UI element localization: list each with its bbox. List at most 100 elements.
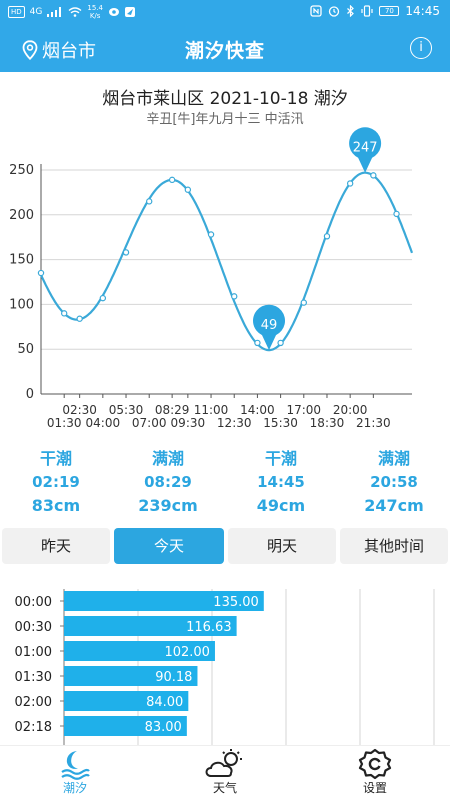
tide-point [346,180,354,187]
net-speed-unit: K/s [89,12,101,20]
table-row: 02:00 84.00 [15,691,189,711]
nav-tide-label: 潮汐 [62,781,87,795]
tide-time: 14:45 [257,473,305,491]
table-row: 00:00 135.00 [15,591,264,611]
info-button[interactable]: i [410,37,432,59]
row-value: 84.00 [146,695,183,710]
nav-settings-label: 设置 [362,781,387,795]
tide-point [184,186,192,193]
bluetooth-icon [347,5,355,17]
row-time: 01:30 [15,670,52,685]
page-title: 烟台市莱山区 2021-10-18 潮汐 [102,89,348,109]
tide-summary: 干潮 02:19 83cm 满潮 08:29 239cm 干潮 14:45 49… [0,448,450,518]
status-time: 14:45 [405,4,440,18]
tide-point [277,339,284,347]
moon-wave-icon [61,751,90,780]
nav-tide[interactable]: 潮汐 [0,748,150,800]
row-value: 83.00 [145,720,182,735]
day-tabs: 昨天 今天 明天 其他时间 [0,528,450,564]
tide-extreme-3: 干潮 14:45 49cm [225,448,337,518]
y-tick-label: 0 [26,387,34,402]
x-tick-label: 02:30 [62,403,97,417]
row-value: 90.18 [155,670,192,685]
tide-point [323,233,331,240]
tab-today[interactable]: 今天 [114,528,224,564]
tide-type: 干潮 [264,449,297,468]
tab-other-time[interactable]: 其他时间 [340,528,448,564]
nav-settings[interactable]: 设置 [300,748,450,800]
tide-callout: 247 [349,127,382,173]
y-tick-label: 250 [9,163,34,178]
y-tick-label: 50 [17,342,34,357]
tide-table: 00:00 135.00 00:30 116.63 01:00 102.00 01:30 90… [15,589,435,745]
tide-point [37,269,45,277]
callout-label: 49 [261,318,278,333]
nfc-icon [310,5,323,17]
x-tick-label: 08:29 [155,403,190,417]
network-badge: HD [8,6,25,18]
status-bar: HD 4G 15.4 K/s 70 14:45 [0,0,450,26]
tide-point [254,339,261,347]
x-tick-label: 07:00 [132,416,167,430]
tide-point [122,249,130,256]
tide-chart: 0 50 100 150 200 250 02:30 05:30 08:29 11:00 14:0… [9,127,414,430]
x-tick-label: 20:00 [333,403,368,417]
tide-point [99,294,107,302]
callout-label: 247 [353,141,378,156]
table-row: 00:30 116.63 [15,616,237,636]
x-tick-label: 18:30 [310,416,345,430]
signal-label: 4G [29,7,43,17]
x-tick-label: 14:00 [240,403,275,417]
tide-point [231,293,238,300]
tide-series-line [39,171,414,352]
tide-point [393,210,400,218]
net-speed: 15.4 K/s [87,4,103,20]
tide-height: 83cm [31,496,81,515]
row-value: 116.63 [186,620,232,635]
x-tick-label: 12:30 [217,416,252,430]
tide-point [370,172,377,179]
tide-type: 干潮 [39,449,72,468]
tide-height: 247cm [364,496,424,515]
tide-extreme-1: 干潮 02:19 83cm [0,448,112,518]
y-tick-label: 100 [9,297,34,312]
table-row: 01:00 102.00 [15,641,215,661]
row-time: 02:00 [15,695,52,710]
tab-yesterday[interactable]: 昨天 [2,528,110,564]
row-time: 00:00 [15,595,52,610]
tide-type: 满潮 [151,449,184,468]
lunar-date: 辛丑[牛]年九月十三 中活汛 [146,112,304,127]
tide-callouts: 49 247 [253,127,382,351]
x-tick-label: 01:30 [47,416,82,430]
tide-extreme-2: 满潮 08:29 239cm [112,448,224,518]
alarm-icon [329,6,340,17]
tide-extreme-4: 满潮 20:58 247cm [338,448,450,518]
settings-icon [358,748,392,780]
status-right: 70 14:45 [310,4,440,18]
tide-height: 49cm [256,496,306,515]
tide-point [146,198,153,205]
status-left: HD 4G 15.4 K/s [8,4,135,20]
bottom-nav: 潮汐 天气 设置 [0,745,450,800]
tide-point [207,231,215,238]
table-row: 02:18 83.00 [15,716,187,736]
tab-tomorrow[interactable]: 明天 [228,528,336,564]
x-tick-label: 15:30 [263,416,298,430]
eye-icon [108,8,119,16]
vibrate-icon [361,5,374,17]
tide-time: 20:58 [370,473,418,491]
battery-icon: 70 [379,6,400,16]
wifi-icon [68,7,82,17]
tide-point [168,176,176,184]
y-axis-ticks: 0 50 100 150 200 250 [9,163,34,402]
nav-weather[interactable]: 天气 [150,748,300,800]
x-tick-label: 11:00 [194,403,229,417]
row-time: 01:00 [15,645,52,660]
x-tick-label: 05:30 [109,403,144,417]
row-value: 135.00 [213,595,259,610]
tide-point [60,310,68,317]
y-tick-label: 150 [9,253,34,268]
send-icon [124,7,135,17]
app-title: 潮汐快查 [184,40,265,62]
tide-time: 08:29 [144,473,192,491]
